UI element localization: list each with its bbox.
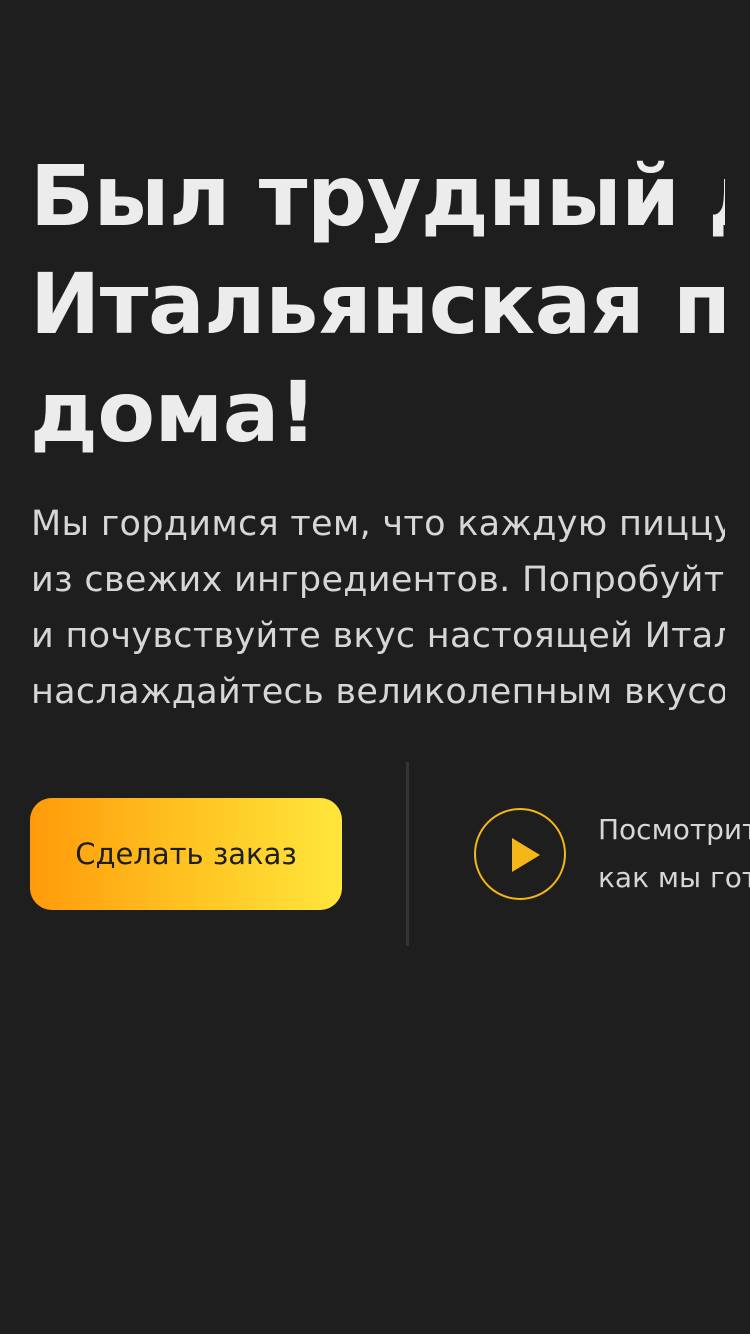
hero-description-line-1: Мы гордимся тем, что каждую пиццу xyxy=(31,504,725,544)
video-caption-line-2: как мы готовим xyxy=(598,861,750,894)
hero-section: Был трудный день? Итальянская пицца дома… xyxy=(0,0,750,1334)
vertical-divider xyxy=(406,762,409,946)
hero-headline-line-3: дома! xyxy=(30,363,317,461)
hero-description-line-4: наслаждайтесь великолепным вкусом xyxy=(31,672,725,712)
order-button[interactable]: Сделать заказ xyxy=(30,798,342,910)
play-video-button[interactable] xyxy=(474,808,566,900)
hero-headline: Был трудный день? Итальянская пицца дома… xyxy=(30,142,725,466)
video-caption-line-1: Посмотрите видео, xyxy=(598,813,750,846)
hero-headline-line-2: Итальянская пицца xyxy=(30,255,725,353)
video-caption[interactable]: Посмотрите видео, как мы готовим xyxy=(598,806,750,902)
hero-headline-line-1: Был трудный день? xyxy=(30,147,725,245)
play-icon xyxy=(512,838,540,872)
hero-description-line-3: и почувствуйте вкус настоящей Италии xyxy=(31,616,725,656)
hero-description-line-2: из свежих ингредиентов. Попробуйте xyxy=(31,560,725,600)
hero-description: Мы гордимся тем, что каждую пиццу из све… xyxy=(31,496,725,720)
